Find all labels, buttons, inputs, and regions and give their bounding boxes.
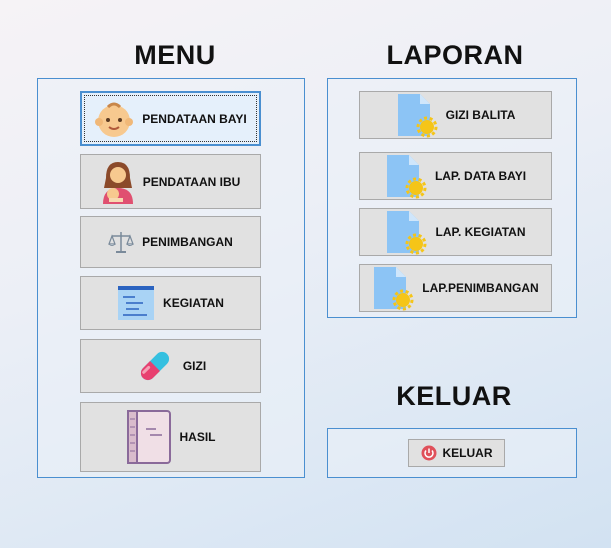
mother-icon: [101, 160, 135, 204]
power-icon: [421, 445, 437, 461]
keluar-button-label: KELUAR: [442, 446, 493, 460]
gizi-label: GIZI: [182, 359, 207, 373]
pendataan-ibu-button[interactable]: PENDATAAN IBU: [80, 154, 261, 209]
notebook-icon: [126, 409, 172, 465]
keluar-title: KELUAR: [396, 381, 512, 411]
laporan-title: LAPORAN: [386, 40, 524, 70]
pendataan-ibu-label: PENDATAAN IBU: [142, 174, 241, 189]
hasil-label: HASIL: [179, 430, 216, 444]
kegiatan-label: KEGIATAN: [163, 296, 224, 310]
pendataan-bayi-label: PENDATAAN BAYI: [142, 111, 247, 126]
lap-kegiatan-button[interactable]: LAP. KEGIATAN: [359, 208, 552, 256]
keluar-button[interactable]: KELUAR: [408, 439, 505, 467]
gizi-balita-button[interactable]: GIZI BALITA: [359, 91, 552, 139]
kegiatan-button[interactable]: KEGIATAN: [80, 276, 261, 330]
pendataan-bayi-button[interactable]: PENDATAAN BAYI: [80, 91, 261, 146]
pill-capsule-icon: [135, 346, 175, 386]
report-file-icon: [385, 209, 427, 255]
gizi-balita-label: GIZI BALITA: [445, 108, 516, 122]
penimbangan-label: PENIMBANGAN: [142, 235, 233, 249]
lap-penimbangan-button[interactable]: LAP.PENIMBANGAN: [359, 264, 552, 312]
report-file-icon: [385, 153, 427, 199]
hasil-button[interactable]: HASIL: [80, 402, 261, 472]
penimbangan-button[interactable]: PENIMBANGAN: [80, 216, 261, 268]
menu-title: MENU: [134, 40, 216, 70]
lap-kegiatan-label: LAP. KEGIATAN: [435, 225, 526, 239]
gizi-button[interactable]: GIZI: [80, 339, 261, 393]
report-file-icon: [396, 92, 438, 138]
lap-data-bayi-label: LAP. DATA BAYI: [434, 169, 527, 183]
lap-penimbangan-label: LAP.PENIMBANGAN: [422, 281, 539, 295]
text-document-icon: [117, 284, 155, 322]
baby-face-icon: [94, 99, 134, 139]
report-file-icon: [372, 265, 414, 311]
lap-data-bayi-button[interactable]: LAP. DATA BAYI: [359, 152, 552, 200]
scale-icon: [108, 229, 135, 255]
